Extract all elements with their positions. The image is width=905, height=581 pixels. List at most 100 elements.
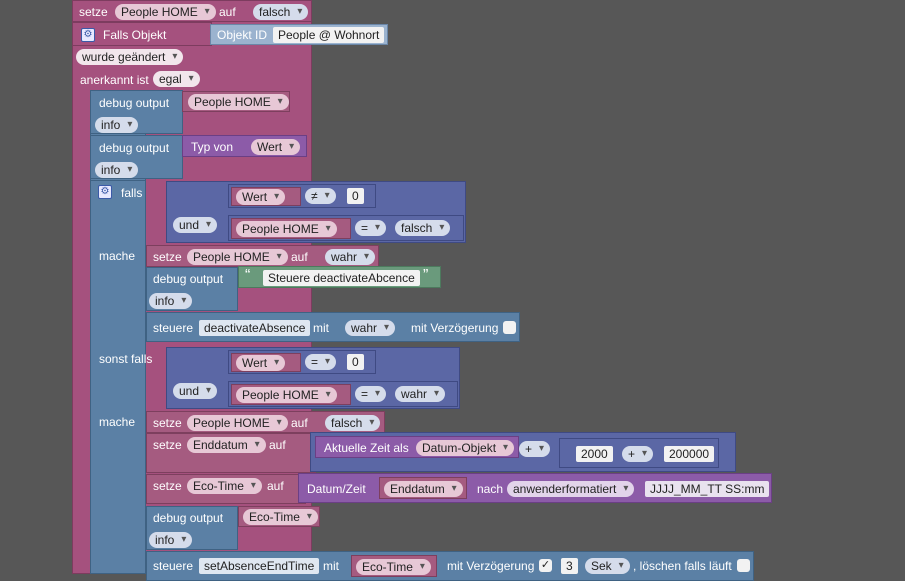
number-field[interactable]: 200000 <box>664 446 715 462</box>
format-dropdown[interactable]: anwenderformatiert <box>507 481 635 497</box>
value-dropdown[interactable]: falsch <box>253 4 309 20</box>
target-field[interactable]: deactivateAbsence <box>199 320 311 336</box>
auf-label: auf <box>269 438 286 452</box>
var-dropdown[interactable]: Eco-Time <box>356 559 431 575</box>
debug-block-4[interactable]: debug output info <box>146 506 238 550</box>
set-block[interactable]: setze People HOME auf wahr <box>146 245 379 267</box>
clear-checkbox[interactable] <box>737 559 750 572</box>
set-block-2[interactable]: setze People HOME auf falsch <box>146 411 385 433</box>
var-dropdown[interactable]: People HOME <box>236 387 337 403</box>
plus-dropdown[interactable]: + <box>622 446 654 462</box>
operator-dropdown[interactable]: ≠ <box>305 188 336 204</box>
var-dropdown[interactable]: Wert <box>251 139 301 155</box>
and-dropdown[interactable]: und <box>173 217 218 233</box>
if-object-label: Falls Objekt <box>103 28 167 42</box>
var-dropdown[interactable]: People HOME <box>187 249 288 265</box>
amount-field[interactable]: 3 <box>561 558 578 574</box>
auf-label: auf <box>219 5 236 19</box>
debug-block-3[interactable]: debug output info <box>146 267 238 311</box>
var-dropdown[interactable]: People HOME <box>115 4 216 20</box>
ack-label: anerkannt ist <box>80 73 149 87</box>
elseif-label: sonst falls <box>99 352 153 366</box>
var-dropdown[interactable]: People HOME <box>236 221 337 237</box>
var-block[interactable]: Wert <box>231 353 301 372</box>
level-dropdown[interactable]: info <box>149 293 193 309</box>
set-label: setze <box>153 250 182 264</box>
object-id-field[interactable]: People @ Wohnort <box>273 27 385 43</box>
compare-block-2[interactable]: People HOME = falsch <box>228 215 464 241</box>
nach-label: nach <box>477 482 504 496</box>
gear-icon[interactable]: ⚙ <box>81 28 95 42</box>
var-block[interactable]: Wert <box>231 187 301 206</box>
time-label: Aktuelle Zeit als <box>324 441 409 455</box>
value-dropdown[interactable]: wahr <box>395 386 446 402</box>
value-dropdown[interactable]: falsch <box>395 220 451 236</box>
typeof-block[interactable]: Typ von Wert <box>182 135 307 157</box>
if-block[interactable]: ⚙ falls mache sonst falls mache <box>90 180 152 574</box>
var-block[interactable]: People HOME <box>231 218 351 239</box>
compare-block-3[interactable]: Wert = 0 <box>228 350 376 374</box>
value-dropdown[interactable]: wahr <box>345 320 396 336</box>
operator-dropdown[interactable]: = <box>305 354 337 370</box>
time-format-dropdown[interactable]: Datum-Objekt <box>416 440 515 456</box>
control-block-2[interactable]: steuere setAbsenceEndTime mit Eco-Time m… <box>146 551 754 581</box>
set-block-3[interactable]: setze Enddatum auf <box>146 433 316 473</box>
current-time-block[interactable]: Aktuelle Zeit als Datum-Objekt <box>315 436 519 458</box>
number-field[interactable]: 2000 <box>576 446 613 462</box>
operator-dropdown[interactable]: = <box>355 220 387 236</box>
compare-block-1[interactable]: Wert ≠ 0 <box>228 184 376 208</box>
var-dropdown[interactable]: Eco-Time <box>243 509 318 525</box>
control-label: steuere <box>153 321 194 335</box>
var-dropdown[interactable]: People HOME <box>187 415 288 431</box>
format-field[interactable]: JJJJ_MM_TT SS:mm <box>645 481 770 497</box>
gear-icon[interactable]: ⚙ <box>98 185 112 199</box>
set-block-4[interactable]: setze Eco-Time auf <box>146 474 306 504</box>
level-dropdown[interactable]: info <box>95 162 139 178</box>
object-id-label: Objekt ID <box>217 28 268 42</box>
debug-block-1[interactable]: debug output info <box>90 90 183 134</box>
set-block-top[interactable]: setze People HOME auf falsch <box>72 0 312 22</box>
var-dropdown[interactable]: Enddatum <box>187 437 266 453</box>
var-dropdown[interactable]: Enddatum <box>384 481 463 497</box>
inner-math-block[interactable]: 2000 + 200000 <box>559 438 719 468</box>
delay-label: mit Verzögerung <box>447 559 535 573</box>
set-label: setze <box>153 416 182 430</box>
debug-label: debug output <box>153 511 224 525</box>
and-dropdown[interactable]: und <box>173 383 218 399</box>
var-block[interactable]: Enddatum <box>379 477 467 499</box>
changed-dropdown[interactable]: wurde geändert <box>76 49 184 65</box>
object-id-block[interactable]: Objekt ID People @ Wohnort <box>210 24 388 45</box>
var-block[interactable]: People HOME <box>231 384 351 405</box>
var-block[interactable]: People HOME <box>182 91 290 112</box>
delay-checkbox[interactable]: ✓ <box>539 559 552 572</box>
operator-dropdown[interactable]: = <box>355 386 387 402</box>
debug-block-2[interactable]: debug output info <box>90 135 183 179</box>
value-dropdown[interactable]: falsch <box>325 415 381 431</box>
var-block[interactable]: Eco-Time <box>238 506 320 527</box>
if-object-row[interactable]: ⚙ Falls Objekt <box>72 22 212 46</box>
var-dropdown[interactable]: Eco-Time <box>187 478 262 494</box>
mit-label: mit <box>313 321 329 335</box>
math-block[interactable]: Aktuelle Zeit als Datum-Objekt + 2000 + … <box>310 432 736 472</box>
datetime-format-block[interactable]: Datum/Zeit Enddatum nach anwenderformati… <box>298 473 772 503</box>
plus-dropdown[interactable]: + <box>519 441 551 457</box>
target-field[interactable]: setAbsenceEndTime <box>199 558 320 574</box>
level-dropdown[interactable]: info <box>149 532 193 548</box>
number-field[interactable]: 0 <box>347 354 364 370</box>
text-field[interactable]: Steuere deactivateAbcence <box>263 270 420 286</box>
var-dropdown[interactable]: Wert <box>236 355 286 371</box>
string-block[interactable]: “ Steuere deactivateAbcence ” <box>238 266 441 288</box>
auf-label: auf <box>267 479 284 493</box>
value-dropdown[interactable]: wahr <box>325 249 376 265</box>
mache-label: mache <box>99 249 136 263</box>
level-dropdown[interactable]: info <box>95 117 139 133</box>
var-dropdown[interactable]: Wert <box>236 189 286 205</box>
delay-checkbox[interactable] <box>503 321 516 334</box>
var-dropdown[interactable]: People HOME <box>188 94 289 110</box>
ack-dropdown[interactable]: egal <box>153 71 200 87</box>
number-field[interactable]: 0 <box>347 188 364 204</box>
control-block-1[interactable]: steuere deactivateAbsence mit wahr mit V… <box>146 312 520 342</box>
compare-block-4[interactable]: People HOME = wahr <box>228 381 458 407</box>
datetime-label: Datum/Zeit <box>307 482 366 496</box>
unit-dropdown[interactable]: Sek <box>585 558 630 574</box>
